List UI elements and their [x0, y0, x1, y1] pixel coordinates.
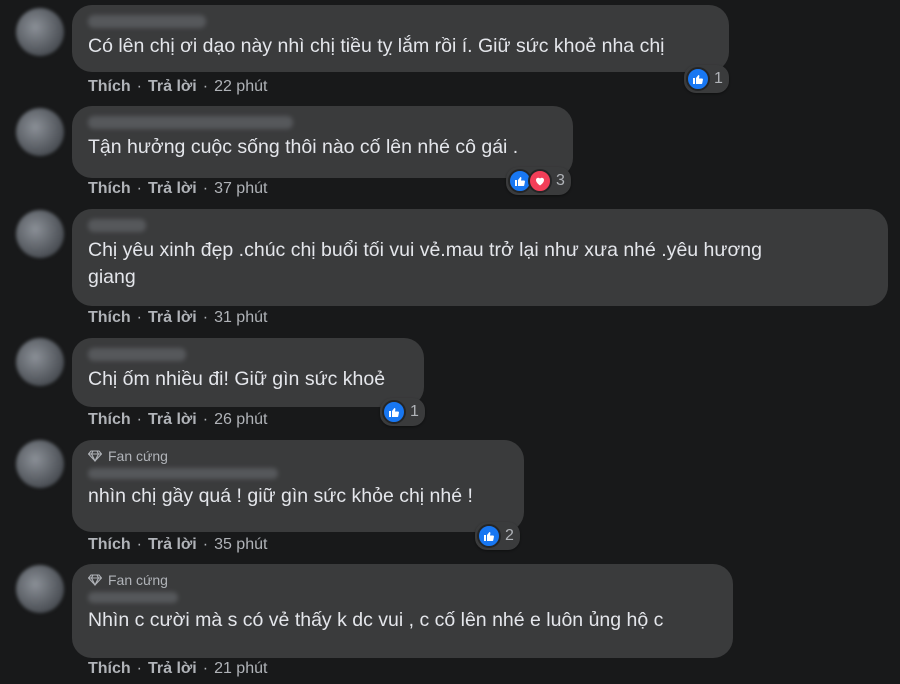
like-link[interactable]: Thích	[88, 78, 131, 96]
separator: ·	[202, 180, 209, 197]
reply-link[interactable]: Trả lời	[148, 660, 197, 678]
commenter-name-blurred[interactable]	[88, 219, 146, 232]
like-link[interactable]: Thích	[88, 411, 131, 429]
timestamp[interactable]: 31 phút	[214, 309, 267, 327]
comment-text: Nhìn c cười mà s có vẻ thấy k dc vui , c…	[88, 609, 664, 631]
timestamp[interactable]: 35 phút	[214, 536, 267, 554]
comment-bubble: Chị yêu xinh đẹp .chúc chị buổi tối vui …	[72, 209, 888, 306]
separator: ·	[136, 660, 142, 677]
commenter-name-blurred[interactable]	[88, 116, 293, 129]
comment-actions: Thích · Trả lời · 26 phút	[88, 411, 267, 429]
badge-label: Fan cứng	[108, 448, 168, 464]
reaction-count: 3	[556, 172, 565, 189]
separator: ·	[202, 660, 209, 677]
commenter-name-blurred[interactable]	[88, 468, 278, 479]
like-link[interactable]: Thích	[88, 536, 131, 554]
comment-actions: Thích · Trả lời · 35 phút	[88, 536, 267, 554]
separator: ·	[202, 78, 209, 95]
commenter-name-blurred[interactable]	[88, 348, 186, 361]
comment-bubble: Tận hưởng cuộc sống thôi nào cố lên nhé …	[72, 106, 573, 178]
comment-actions: Thích · Trả lời · 22 phút	[88, 78, 267, 96]
reply-link[interactable]: Trả lời	[148, 309, 197, 327]
avatar[interactable]	[16, 440, 64, 488]
badge-label: Fan cứng	[108, 572, 168, 588]
timestamp[interactable]: 26 phút	[214, 411, 267, 429]
reaction-summary[interactable]: 2	[475, 522, 520, 550]
top-fan-badge: Fan cứng	[88, 572, 717, 588]
separator: ·	[202, 309, 209, 326]
separator: ·	[136, 78, 142, 95]
comment-text: Chị ốm nhiều đi! Giữ gìn sức khoẻ	[88, 368, 386, 390]
avatar[interactable]	[16, 210, 64, 258]
avatar[interactable]	[16, 108, 64, 156]
separator: ·	[136, 411, 142, 428]
reply-link[interactable]: Trả lời	[148, 180, 197, 198]
comment-text: Chị yêu xinh đẹp .chúc chị buổi tối vui …	[88, 239, 762, 288]
separator: ·	[202, 411, 209, 428]
like-reaction-icon	[382, 400, 406, 424]
comment-actions: Thích · Trả lời · 31 phút	[88, 309, 267, 327]
commenter-name-blurred[interactable]	[88, 15, 206, 28]
timestamp[interactable]: 37 phút	[214, 180, 267, 198]
separator: ·	[136, 309, 142, 326]
like-link[interactable]: Thích	[88, 660, 131, 678]
reaction-summary[interactable]: 1	[380, 398, 425, 426]
comment-actions: Thích · Trả lời · 21 phút	[88, 660, 267, 678]
reply-link[interactable]: Trả lời	[148, 536, 197, 554]
reaction-count: 1	[410, 403, 419, 420]
timestamp[interactable]: 22 phút	[214, 78, 267, 96]
reaction-summary[interactable]: 1	[684, 65, 729, 93]
comment-text: Tận hưởng cuộc sống thôi nào cố lên nhé …	[88, 136, 519, 158]
love-reaction-icon	[528, 169, 552, 193]
comment-bubble: Có lên chị ơi dạo này nhì chị tiều tỵ lắ…	[72, 5, 729, 72]
reaction-count: 2	[505, 527, 514, 544]
separator: ·	[136, 180, 142, 197]
like-reaction-icon	[686, 67, 710, 91]
diamond-icon	[88, 574, 102, 586]
comment-bubble: Fan cứng nhìn chị gầy quá ! giữ gìn sức …	[72, 440, 524, 532]
separator: ·	[202, 536, 209, 553]
top-fan-badge: Fan cứng	[88, 448, 508, 464]
comment-bubble: Fan cứng Nhìn c cười mà s có vẻ thấy k d…	[72, 564, 733, 658]
timestamp[interactable]: 21 phút	[214, 660, 267, 678]
diamond-icon	[88, 450, 102, 462]
reaction-count: 1	[714, 70, 723, 87]
like-link[interactable]: Thích	[88, 309, 131, 327]
comment-text: Có lên chị ơi dạo này nhì chị tiều tỵ lắ…	[88, 35, 665, 57]
like-reaction-icon	[477, 524, 501, 548]
reply-link[interactable]: Trả lời	[148, 78, 197, 96]
avatar[interactable]	[16, 565, 64, 613]
separator: ·	[136, 536, 142, 553]
reply-link[interactable]: Trả lời	[148, 411, 197, 429]
comment-text: nhìn chị gầy quá ! giữ gìn sức khỏe chị …	[88, 485, 473, 507]
avatar[interactable]	[16, 8, 64, 56]
commenter-name-blurred[interactable]	[88, 592, 178, 603]
reaction-summary[interactable]: 3	[506, 167, 571, 195]
comment-bubble: Chị ốm nhiều đi! Giữ gìn sức khoẻ	[72, 338, 424, 407]
like-link[interactable]: Thích	[88, 180, 131, 198]
comment-actions: Thích · Trả lời · 37 phút	[88, 180, 267, 198]
avatar[interactable]	[16, 338, 64, 386]
